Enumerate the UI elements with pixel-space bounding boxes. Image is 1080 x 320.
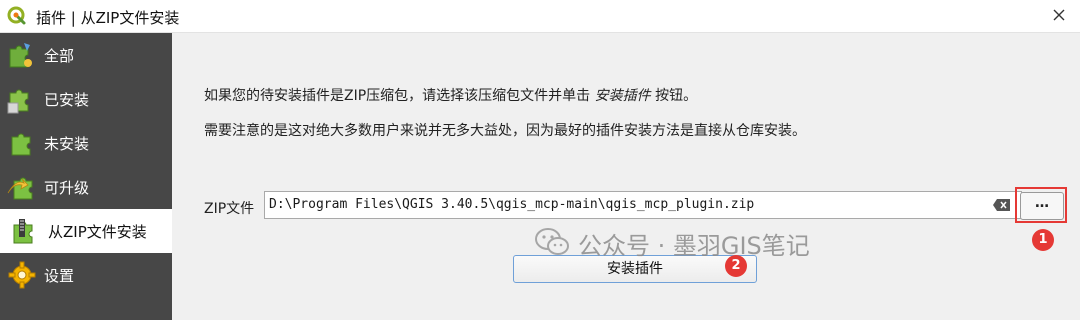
sidebar-item-label: 全部 xyxy=(44,47,75,65)
sidebar-item-label: 未安装 xyxy=(44,135,90,153)
zip-file-label: ZIP文件 xyxy=(204,201,255,217)
sidebar-item-install-from-zip[interactable]: 从ZIP文件安装 xyxy=(0,209,172,253)
sidebar: 全部 已安装 未安装 可升级 从ZIP文件安装 设置 xyxy=(0,33,172,320)
zip-path-input-group: D:\Program Files\QGIS 3.40.5\qgis_mcp-ma… xyxy=(264,191,1080,219)
watermark: 公众号 · 墨羽GIS笔记 xyxy=(534,224,874,264)
sidebar-item-not-installed[interactable]: 未安装 xyxy=(0,121,172,165)
puzzle-upgradeable-icon xyxy=(7,177,33,200)
settings-gear-icon xyxy=(8,261,36,289)
close-icon[interactable] xyxy=(1048,4,1070,26)
sidebar-item-label: 已安装 xyxy=(44,91,90,109)
zip-install-icon xyxy=(13,219,33,244)
instruction-text: 如果您的待安装插件是ZIP压缩包，请选择该压缩包文件并单击 安装插件 按钮。 xyxy=(204,85,697,105)
note-text: 需要注意的是这对绝大多数用户来说并无多大益处，因为最好的插件安装方法是直接从仓库… xyxy=(204,123,806,139)
sidebar-item-settings[interactable]: 设置 xyxy=(0,253,172,297)
sidebar-item-upgradeable[interactable]: 可升级 xyxy=(0,165,172,209)
sidebar-item-label: 可升级 xyxy=(44,179,90,197)
title-bar: 插件 | 从ZIP文件安装 xyxy=(0,0,1080,33)
wechat-icon xyxy=(535,228,569,255)
clear-input-icon[interactable] xyxy=(992,198,1012,212)
puzzle-all-icon xyxy=(9,43,32,68)
qgis-logo-icon xyxy=(7,6,26,25)
instruction-install-emphasis: 安装插件 xyxy=(594,88,651,104)
watermark-text: 公众号 · 墨羽GIS笔记 xyxy=(578,232,810,260)
sidebar-item-label: 设置 xyxy=(44,267,75,285)
annotation-badge-1: 1 xyxy=(1032,229,1054,251)
instruction-text-part: 按钮。 xyxy=(650,88,698,104)
zip-path-input[interactable]: D:\Program Files\QGIS 3.40.5\qgis_mcp-ma… xyxy=(264,191,1022,219)
instruction-text-part: 如果您的待安装插件是ZIP压缩包，请选择该压缩包文件并单击 xyxy=(204,88,595,104)
window-title: 插件 | 从ZIP文件安装 xyxy=(36,9,180,27)
puzzle-not-installed-icon xyxy=(11,133,31,156)
sidebar-item-installed[interactable]: 已安装 xyxy=(0,77,172,121)
main-panel: 如果您的待安装插件是ZIP压缩包，请选择该压缩包文件并单击 安装插件 按钮。 需… xyxy=(172,33,1080,320)
puzzle-installed-icon xyxy=(7,89,29,114)
sidebar-item-all[interactable]: 全部 xyxy=(0,33,172,77)
sidebar-item-label: 从ZIP文件安装 xyxy=(48,223,147,241)
annotation-highlight-box xyxy=(1015,187,1067,223)
